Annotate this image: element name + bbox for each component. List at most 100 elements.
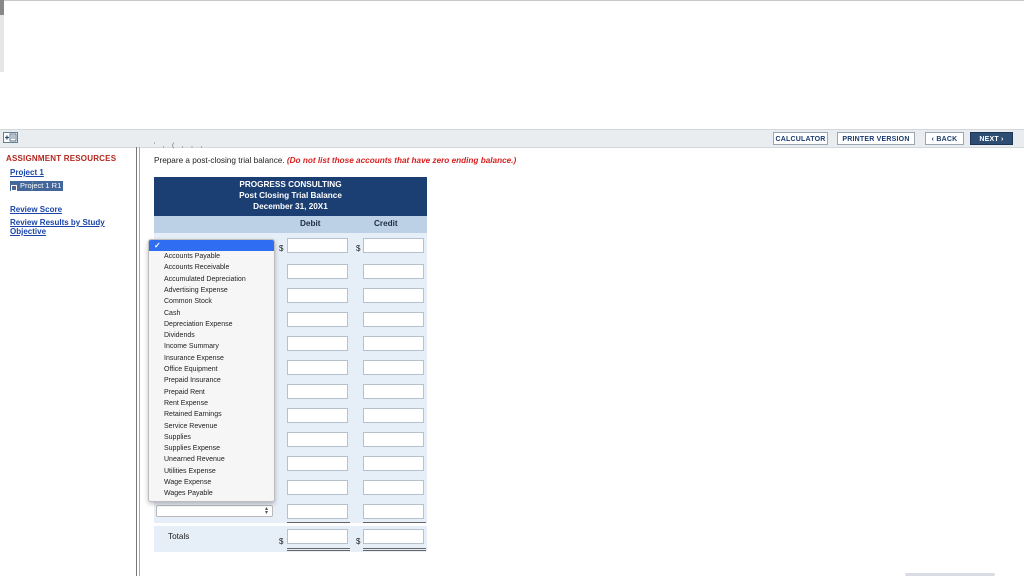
review-results-link[interactable]: Review Results by Study Objective <box>10 218 105 236</box>
project-link[interactable]: Project 1 <box>10 168 44 177</box>
dropdown-option-accounts-receivable[interactable]: Accounts Receivable <box>164 264 229 271</box>
dropdown-option-retained-earnings[interactable]: Retained Earnings <box>164 411 222 418</box>
dropdown-option-supplies[interactable]: Supplies <box>164 434 191 441</box>
next-label: NEXT <box>979 136 999 143</box>
instruction-note: (Do not list those accounts that have ze… <box>286 156 517 165</box>
calculator-label: CALCULATOR <box>775 136 826 143</box>
debit-currency-first: $ <box>279 244 284 253</box>
question-instruction: Prepare a post-closing trial balance. (D… <box>154 156 516 165</box>
credit-input[interactable] <box>363 238 424 253</box>
credit-input[interactable] <box>363 360 424 375</box>
credit-currency-first: $ <box>356 244 361 253</box>
credit-input[interactable] <box>363 336 424 351</box>
debit-header: Debit <box>300 219 321 228</box>
dropdown-option-unearned-revenue[interactable]: Unearned Revenue <box>164 456 225 463</box>
debit-input[interactable] <box>287 456 348 471</box>
debit-input[interactable] <box>287 238 348 253</box>
checkmark-icon: ✓ <box>154 241 161 250</box>
credit-input[interactable] <box>363 312 424 327</box>
review-results-line1: Review Results by Study <box>10 218 105 227</box>
assignment-resources-panel: ASSIGNMENT RESOURCES Project 1 ✓ Project … <box>0 147 136 576</box>
review-results-line2: Objective <box>10 227 47 236</box>
credit-input[interactable] <box>363 480 424 495</box>
credit-input[interactable] <box>363 456 424 471</box>
chevron-left-icon: ‹ <box>931 136 935 143</box>
window-edge-shadow <box>0 15 4 72</box>
credit-double-rule-top <box>363 548 426 549</box>
printer-version-button[interactable]: PRINTER VERSION <box>837 132 915 145</box>
dropdown-option-accounts-payable[interactable]: Accounts Payable <box>164 253 220 260</box>
dropdown-option-prepaid-rent[interactable]: Prepaid Rent <box>164 389 205 396</box>
dropdown-option-advertising-expense[interactable]: Advertising Expense <box>164 287 228 294</box>
dropdown-option-utilities-expense[interactable]: Utilities Expense <box>164 468 216 475</box>
credit-currency-total: $ <box>356 537 361 546</box>
review-score-link[interactable]: Review Score <box>10 205 62 214</box>
debit-input[interactable] <box>287 504 348 519</box>
project-active-link[interactable]: ✓ Project 1 R1 <box>10 181 64 191</box>
credit-input[interactable] <box>363 504 424 519</box>
dropdown-option-common-stock[interactable]: Common Stock <box>164 298 212 305</box>
window-edge-marker <box>0 0 4 15</box>
resources-title: ASSIGNMENT RESOURCES <box>6 154 117 163</box>
dropdown-option-depreciation-expense[interactable]: Depreciation Expense <box>164 321 233 328</box>
back-button[interactable]: ‹ BACK <box>925 132 964 145</box>
calculator-button[interactable]: CALCULATOR <box>773 132 828 145</box>
panel-divider <box>136 147 137 576</box>
company-name: PROGRESS CONSULTING <box>239 180 342 189</box>
dropdown-option-accumulated-depreciation[interactable]: Accumulated Depreciation <box>164 276 246 283</box>
debit-input[interactable] <box>287 288 348 303</box>
account-select[interactable]: ▴ ▾ <box>156 505 273 517</box>
debit-input[interactable] <box>287 312 348 327</box>
panel-divider-inner <box>139 147 140 576</box>
debit-input[interactable] <box>287 480 348 495</box>
credit-input[interactable] <box>363 384 424 399</box>
debit-double-rule-bottom <box>287 550 350 551</box>
credit-total-input[interactable] <box>363 529 424 544</box>
checkbox-icon: ✓ <box>11 185 17 191</box>
dropdown-selected-option[interactable]: ✓ <box>149 240 274 251</box>
dropdown-option-prepaid-insurance[interactable]: Prepaid Insurance <box>164 377 221 384</box>
dropdown-option-dividends[interactable]: Dividends <box>164 332 195 339</box>
chevron-right-icon: › <box>1001 136 1004 143</box>
account-dropdown-list[interactable]: ✓ Accounts Payable Accounts Receivable A… <box>148 239 275 502</box>
dropdown-option-insurance-expense[interactable]: Insurance Expense <box>164 355 224 362</box>
credit-input[interactable] <box>363 288 424 303</box>
statement-date: December 31, 20X1 <box>253 202 328 211</box>
dropdown-option-supplies-expense[interactable]: Supplies Expense <box>164 445 220 452</box>
dropdown-option-cash[interactable]: Cash <box>164 310 180 317</box>
expand-panel-icon[interactable] <box>3 132 18 143</box>
instruction-text: Prepare a post-closing trial balance. <box>154 156 285 165</box>
credit-double-rule-bottom <box>363 550 426 551</box>
credit-input[interactable] <box>363 408 424 423</box>
dropdown-option-wage-expense[interactable]: Wage Expense <box>164 479 211 486</box>
debit-input[interactable] <box>287 360 348 375</box>
credit-header: Credit <box>374 219 398 228</box>
project-active-label: Project 1 R1 <box>20 181 62 190</box>
debit-input[interactable] <box>287 336 348 351</box>
cutoff-previous-text: ' , ( , , , <box>154 143 206 149</box>
top-border <box>0 0 1024 1</box>
back-label: BACK <box>936 136 958 143</box>
dropdown-option-rent-expense[interactable]: Rent Expense <box>164 400 208 407</box>
dropdown-option-service-revenue[interactable]: Service Revenue <box>164 423 217 430</box>
trial-balance-header: PROGRESS CONSULTING Post Closing Trial B… <box>154 177 427 216</box>
dropdown-option-wages-payable[interactable]: Wages Payable <box>164 490 213 497</box>
next-button[interactable]: NEXT › <box>970 132 1013 145</box>
select-arrows-icon: ▴ ▾ <box>264 506 268 516</box>
debit-currency-total: $ <box>279 537 284 546</box>
dropdown-option-income-summary[interactable]: Income Summary <box>164 343 219 350</box>
debit-double-rule-top <box>287 548 350 549</box>
debit-input[interactable] <box>287 408 348 423</box>
debit-input[interactable] <box>287 384 348 399</box>
printer-version-label: PRINTER VERSION <box>842 136 910 143</box>
column-header-row: Debit Credit <box>154 216 427 233</box>
debit-total-input[interactable] <box>287 529 348 544</box>
credit-input[interactable] <box>363 432 424 447</box>
debit-input[interactable] <box>287 432 348 447</box>
totals-label: Totals <box>168 532 190 541</box>
debit-input[interactable] <box>287 264 348 279</box>
credit-total-rule <box>363 522 426 523</box>
credit-input[interactable] <box>363 264 424 279</box>
dropdown-option-office-equipment[interactable]: Office Equipment <box>164 366 218 373</box>
statement-title: Post Closing Trial Balance <box>239 191 342 200</box>
